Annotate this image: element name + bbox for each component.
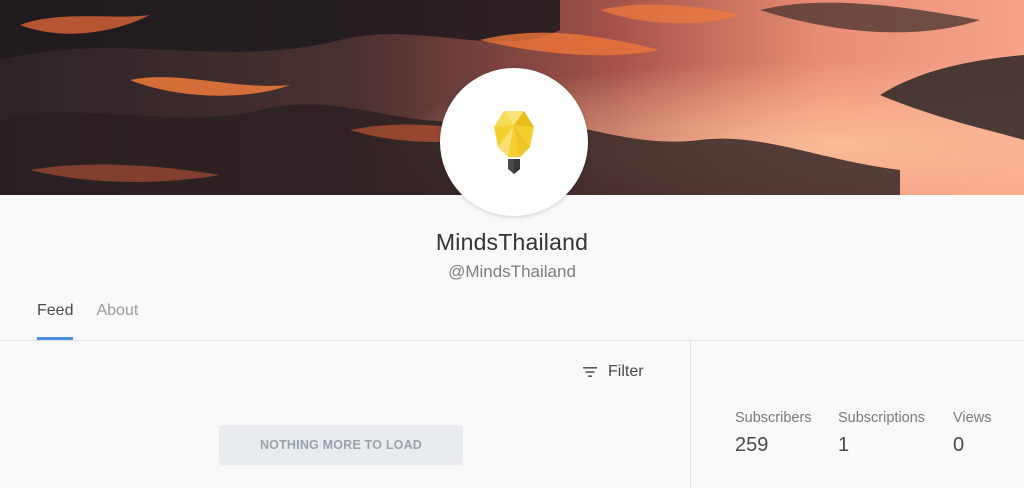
stat-subscribers[interactable]: Subscribers 259 [735, 410, 812, 457]
tab-feed[interactable]: Feed [37, 300, 74, 340]
channel-avatar[interactable] [440, 68, 588, 216]
channel-name: MindsThailand [435, 229, 589, 255]
stat-label: Views [953, 410, 992, 426]
stat-value: 259 [735, 434, 769, 456]
sidebar-divider [690, 341, 691, 488]
stat-value: 0 [953, 434, 965, 456]
tabs-divider [0, 340, 1024, 341]
tab-about[interactable]: About [96, 300, 138, 340]
lightbulb-logo-icon [494, 111, 534, 174]
stat-value: 1 [838, 434, 850, 456]
stat-label: Subscribers [735, 410, 812, 426]
stat-label: Subscriptions [838, 410, 926, 426]
filter-button[interactable]: Filter [582, 363, 644, 381]
stat-views[interactable]: Views 0 [953, 410, 991, 457]
load-more-button[interactable]: NOTHING MORE TO LOAD [219, 425, 463, 465]
filter-icon [583, 367, 597, 377]
channel-handle: @MindsThailand [448, 262, 576, 281]
stat-subscriptions[interactable]: Subscriptions 1 [838, 410, 925, 457]
channel-tabs: Feed About [37, 300, 138, 340]
filter-label: Filter [608, 363, 644, 380]
channel-page: MindsThailand @MindsThailand Feed About … [0, 0, 1024, 488]
